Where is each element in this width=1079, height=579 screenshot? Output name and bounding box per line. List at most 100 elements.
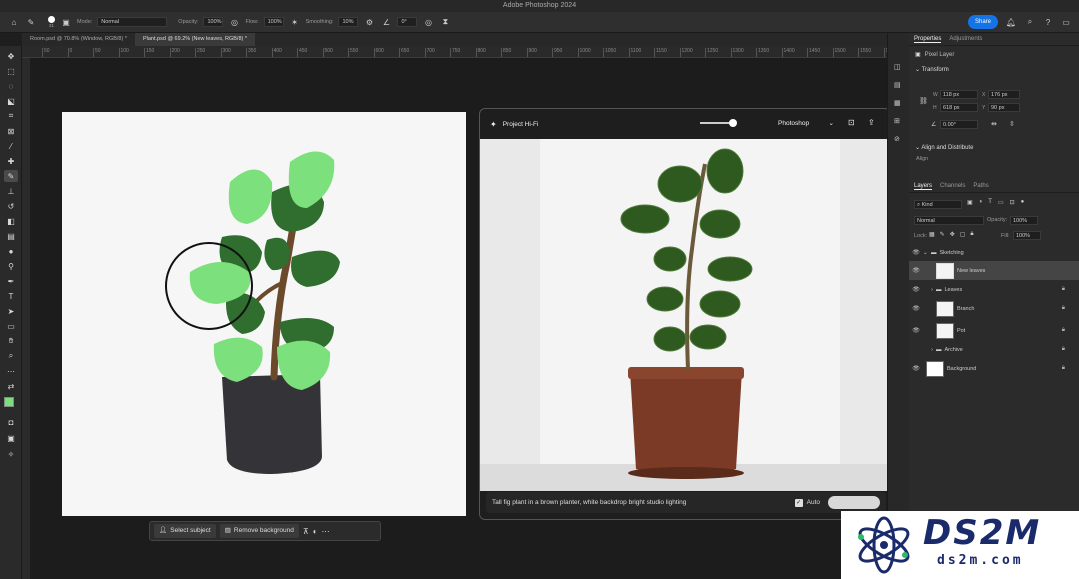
brush-tool-icon[interactable]: ✎ (4, 170, 18, 182)
brush-settings-icon[interactable]: ▣ (60, 16, 72, 28)
pressure-opacity-icon[interactable]: ◎ (228, 16, 240, 28)
tab-layers[interactable]: Layers (914, 183, 933, 190)
object-selection-tool-icon[interactable]: ⬕ (4, 95, 18, 107)
opacity-input[interactable]: 100% (203, 17, 224, 27)
height-input[interactable]: 618 px (940, 103, 978, 112)
clone-stamp-tool-icon[interactable]: ⊥ (4, 185, 18, 197)
brushes-icon[interactable]: ⊘ (894, 135, 900, 143)
tab-channels[interactable]: Channels (940, 183, 965, 189)
kind-filter[interactable]: ⌕ Kind (914, 200, 962, 209)
eye-icon[interactable]: 👁︎ (909, 305, 923, 312)
angle-input[interactable]: 0.00° (940, 120, 978, 129)
shape-filter-icon[interactable]: ▭ (998, 199, 1004, 206)
fill-input[interactable]: 100% (1013, 231, 1041, 240)
libraries-icon[interactable]: ▦ (894, 99, 901, 107)
screen-mode-icon[interactable]: ▣ (4, 432, 18, 444)
filter-toggle-icon[interactable]: ● (1021, 199, 1025, 206)
layer-row-branch[interactable]: 👁︎ Branch 🔒︎ (909, 299, 1079, 318)
width-input[interactable]: 118 px (940, 90, 978, 99)
eye-icon[interactable]: 👁︎ (909, 267, 923, 274)
share-button[interactable]: Share (968, 15, 998, 29)
generate-button[interactable] (828, 496, 880, 509)
frame-tool-icon[interactable]: ⊠ (4, 125, 18, 137)
generative-fill-icon[interactable]: ✧ (4, 448, 18, 460)
select-subject-button[interactable]: 👤︎ Select subject (154, 524, 216, 538)
chevron-right-icon[interactable]: › (923, 287, 933, 293)
layer-opacity-input[interactable]: 100% (1010, 216, 1038, 225)
tab-adjustments[interactable]: Adjustments (949, 36, 982, 42)
symmetry-icon[interactable]: ⧗ (439, 16, 451, 28)
lock-all-icon[interactable]: 🔒︎ (970, 231, 973, 238)
help-icon[interactable]: ? (1042, 16, 1054, 28)
more-options-icon[interactable]: ⋯ (322, 527, 330, 536)
layer-row-background[interactable]: 👁︎ Background 🔒︎ (909, 359, 1079, 378)
link-icon[interactable]: ⛓ (919, 97, 928, 105)
zoom-tool-icon[interactable]: ⌕ (4, 350, 18, 362)
gradient-tool-icon[interactable]: ▤ (4, 230, 18, 242)
prompt-input[interactable]: Tall fig plant in a brown planter, white… (492, 499, 791, 506)
eye-icon[interactable]: 👁︎ (909, 249, 923, 256)
eraser-tool-icon[interactable]: ◧ (4, 215, 18, 227)
brush-tool-icon[interactable]: ✎ (25, 16, 37, 28)
layer-row-sketching[interactable]: 👁︎ ⌄ ▬ Sketching (909, 243, 1079, 262)
lasso-tool-icon[interactable]: ◌ (4, 80, 18, 92)
slider-handle[interactable] (729, 119, 737, 127)
swap-colors-icon[interactable]: ⇄ (4, 380, 18, 392)
flip-horizontal-icon[interactable]: ⇹ (991, 120, 997, 128)
align-section[interactable]: ⌄ Align and Distribute (909, 141, 979, 154)
remove-background-button[interactable]: ▨ Remove background (219, 524, 299, 538)
mode-select[interactable]: Normal (97, 17, 168, 27)
y-input[interactable]: 90 px (988, 103, 1020, 112)
history-brush-tool-icon[interactable]: ↺ (4, 200, 18, 212)
pen-tool-icon[interactable]: ✒ (4, 275, 18, 287)
crop-tool-icon[interactable]: ⌗ (4, 110, 18, 122)
lock-paint-icon[interactable]: ✎ (940, 231, 945, 238)
app-select[interactable]: Photoshop ⌄ (775, 118, 837, 130)
path-selection-tool-icon[interactable]: ➤ (4, 305, 18, 317)
eyedropper-tool-icon[interactable]: ⁄ (4, 140, 18, 152)
dodge-tool-icon[interactable]: ⚲ (4, 260, 18, 272)
foreground-color-swatch[interactable] (4, 397, 14, 407)
layer-row-new-leaves[interactable]: 👁︎ New leaves (909, 261, 1079, 280)
document-canvas[interactable] (62, 112, 466, 516)
home-icon[interactable]: ⌂ (8, 16, 20, 28)
lock-pixels-icon[interactable]: ▦ (929, 231, 935, 238)
type-filter-icon[interactable]: T (988, 199, 992, 206)
eye-icon[interactable]: 👁︎ (909, 327, 923, 334)
flow-input[interactable]: 100% (263, 17, 284, 27)
export-icon[interactable]: ⇪ (868, 118, 875, 127)
tab-room[interactable]: Room.psd @ 70.8% (Window, RGB/8) * (22, 33, 135, 46)
lock-position-icon[interactable]: ✥ (950, 231, 955, 238)
angle-input[interactable]: 0° (397, 17, 418, 27)
layer-row-leaves[interactable]: 👁︎ › ▬ Leaves 🔒︎ (909, 280, 1079, 299)
quick-mask-icon[interactable]: ◘ (4, 416, 18, 428)
pixel-filter-icon[interactable]: ▣ (967, 199, 973, 206)
blur-tool-icon[interactable]: ● (4, 245, 18, 257)
capture-icon[interactable]: ⊡ (848, 118, 855, 127)
auto-checkbox[interactable]: ✓ (794, 498, 803, 507)
blend-mode-select[interactable]: Normal (914, 216, 984, 225)
transform-icon[interactable]: ⊼ (303, 527, 309, 536)
type-tool-icon[interactable]: T (4, 290, 18, 302)
more-tools-icon[interactable]: ⋯ (4, 365, 18, 377)
comments-icon[interactable]: ▤ (894, 81, 901, 89)
marquee-tool-icon[interactable]: ⬚ (4, 65, 18, 77)
flip-vertical-icon[interactable]: ⇳ (1009, 120, 1015, 128)
chevron-down-icon[interactable]: ⌄ (923, 250, 931, 256)
healing-brush-tool-icon[interactable]: ✚ (4, 155, 18, 167)
tab-plant[interactable]: Plant.psd @ 69.2% (New leaves, RGB/8) * (134, 33, 256, 46)
notifications-icon[interactable]: 🔔︎ (1005, 16, 1017, 28)
search-icon[interactable]: ⌕ (1024, 16, 1036, 28)
tab-paths[interactable]: Paths (973, 183, 988, 189)
eye-icon[interactable]: 👁︎ (909, 365, 923, 372)
pressure-size-icon[interactable]: ◎ (422, 16, 434, 28)
tab-properties[interactable]: Properties (914, 36, 942, 43)
rectangle-tool-icon[interactable]: ▭ (4, 320, 18, 332)
x-input[interactable]: 176 px (988, 90, 1020, 99)
airbrush-icon[interactable]: ✶ (289, 16, 301, 28)
hand-tool-icon[interactable]: ✋︎ (4, 335, 18, 347)
workspace-icon[interactable]: ▭ (1060, 16, 1072, 28)
brush-size-picker[interactable]: 31 (48, 16, 55, 28)
smoothing-input[interactable]: 10% (338, 17, 359, 27)
eye-icon[interactable]: 👁︎ (909, 286, 923, 293)
